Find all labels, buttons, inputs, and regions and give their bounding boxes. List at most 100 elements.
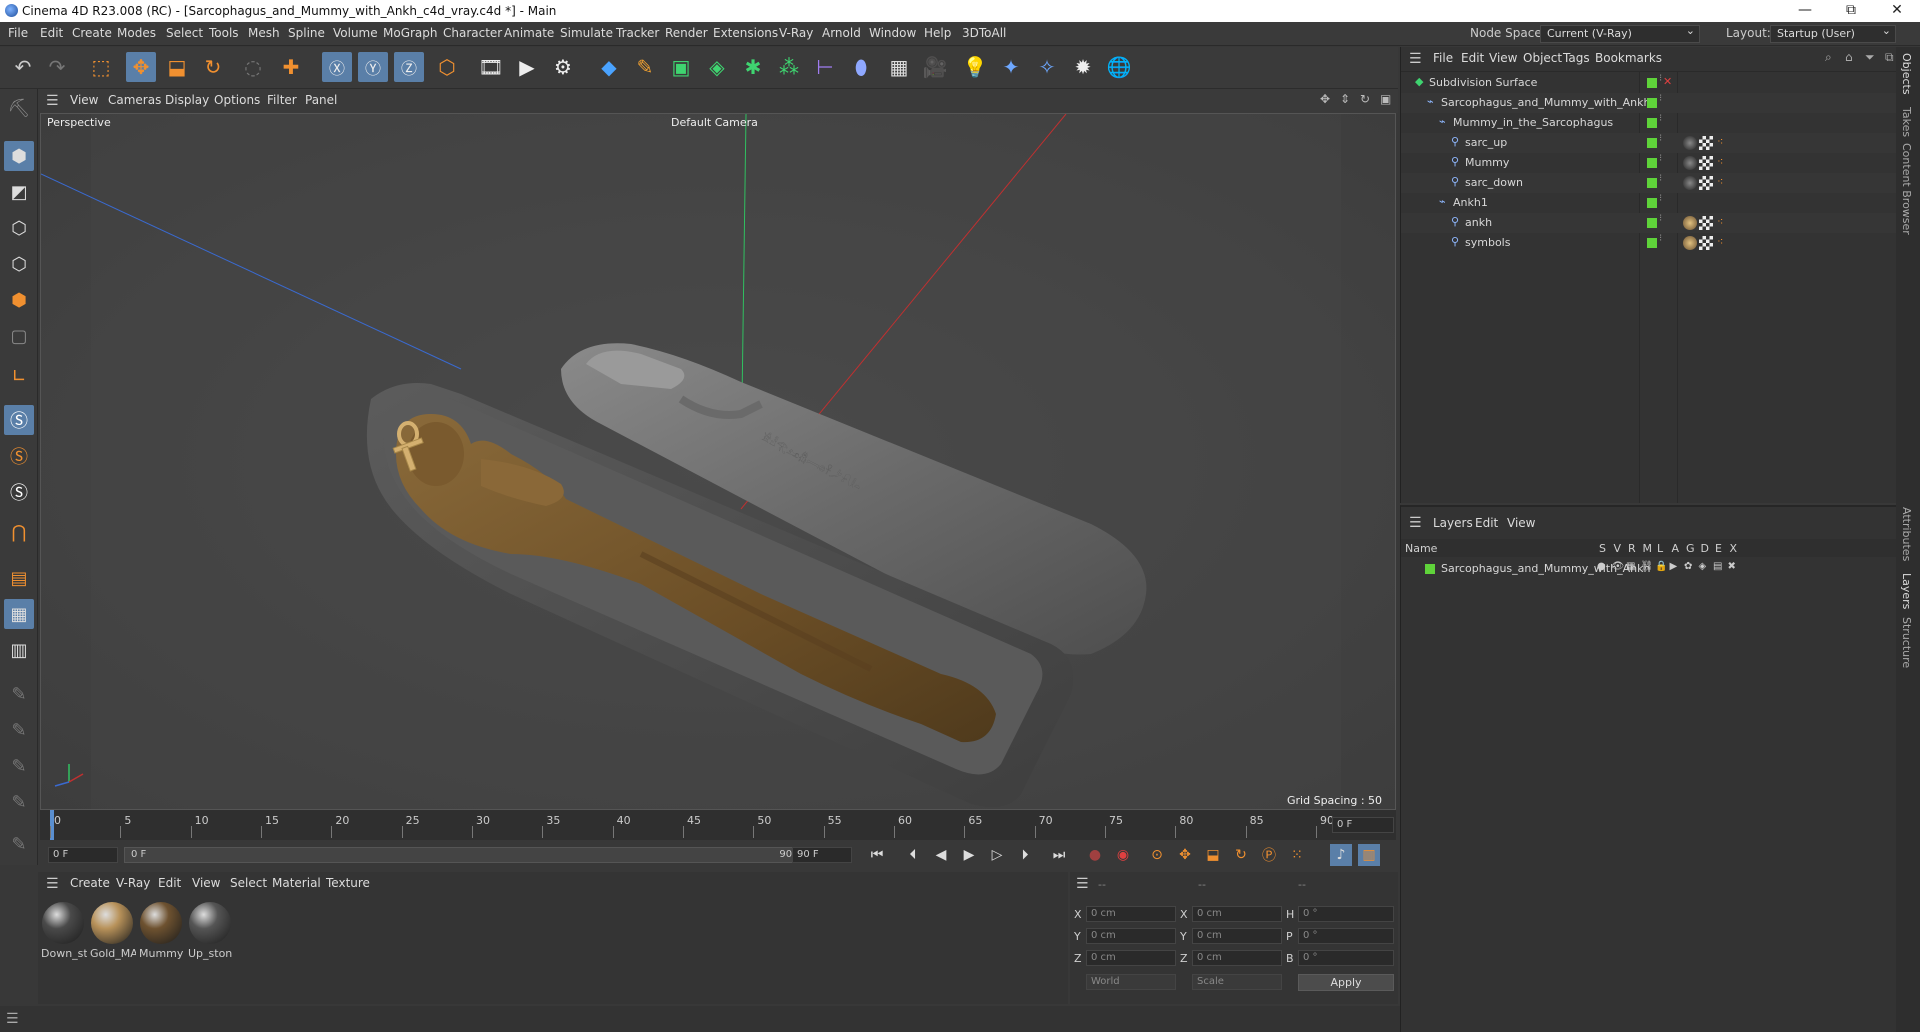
undo-icon[interactable]: ↶ (8, 52, 38, 82)
camera-icon[interactable]: 🎥 (920, 52, 950, 82)
preview-range-slider[interactable]: 0 F 90 F (124, 847, 808, 863)
selection-tag-icon[interactable]: ⁖ (1717, 235, 1723, 248)
material-hamburger-icon[interactable]: ☰ (46, 876, 59, 892)
uvw-tag-icon[interactable] (1699, 156, 1713, 170)
visibility-dots-icon[interactable]: ⁝ (1659, 233, 1662, 244)
viewport-rotate-icon[interactable]: ↻ (1360, 92, 1370, 106)
start-frame-field[interactable]: 0 F (48, 847, 118, 863)
mat-menu-edit[interactable]: Edit (158, 876, 181, 890)
enabled-toggle-icon[interactable]: ✕ (1663, 75, 1672, 88)
grid-icon[interactable]: ▦ (4, 599, 34, 629)
visibility-dots-icon[interactable]: ⁝ (1659, 73, 1662, 84)
object-layer-color[interactable] (1647, 178, 1657, 188)
menu-edit[interactable]: Edit (40, 26, 63, 40)
material-tag-icon[interactable] (1683, 216, 1697, 230)
viewport-maximize-icon[interactable]: ▣ (1380, 92, 1391, 106)
layer-row[interactable]: Sarcophagus_and_Mummy_with_Ankh ● 👁 ▦ ⛓ 🔒 ▶ ✿ ◈ ▤… (1401, 559, 1897, 579)
python-icon[interactable]: ✦ (996, 52, 1026, 82)
subdivision-icon[interactable]: ▣ (666, 52, 696, 82)
scale-select[interactable]: Scale (1192, 974, 1282, 990)
go-to-start-icon[interactable]: ⏮ (866, 844, 888, 866)
obj-new-window-icon[interactable]: ⧉ (1885, 50, 1894, 65)
magnet-icon[interactable]: ⋂ (4, 517, 34, 547)
object-name[interactable]: Subdivision Surface (1429, 76, 1537, 89)
record-keys-icon[interactable]: ● (1084, 844, 1106, 866)
model-mode-icon[interactable]: ⬢ (4, 141, 34, 171)
menu-tools[interactable]: Tools (209, 26, 239, 40)
tab-structure[interactable]: Structure (1900, 617, 1913, 668)
play-icon[interactable]: ▶ (958, 844, 980, 866)
coordinate-system-icon[interactable]: ⬡ (432, 52, 462, 82)
redo-icon[interactable]: ↷ (42, 52, 72, 82)
prev-key-icon[interactable]: ⏴ (902, 844, 924, 866)
menu-extensions[interactable]: Extensions (713, 26, 778, 40)
next-key-icon[interactable]: ⏵ (1014, 844, 1036, 866)
mat-menu-view[interactable]: View (192, 876, 220, 890)
key-scale-icon[interactable]: ⬓ (1202, 844, 1224, 866)
position-y-field[interactable]: 0 cm (1086, 928, 1176, 944)
snap-mode-icon[interactable]: Ⓢ (4, 477, 34, 507)
viewport-zoom-icon[interactable]: ⇕ (1340, 92, 1350, 106)
apply-button[interactable]: Apply (1298, 974, 1394, 991)
material-tag-icon[interactable] (1683, 176, 1697, 190)
locked-workplane-icon[interactable]: ▥ (4, 635, 34, 665)
end-frame-field[interactable]: 90 F (792, 847, 852, 863)
current-frame-field[interactable]: 0 F (1332, 817, 1394, 833)
vp-menu-options[interactable]: Options (214, 93, 260, 107)
visibility-dots-icon[interactable]: ⁝ (1659, 173, 1662, 184)
layers-hamburger-icon[interactable]: ☰ (1409, 515, 1422, 531)
tab-objects[interactable]: Objects (1900, 53, 1913, 95)
z-axis-icon[interactable]: Ⓩ (394, 52, 424, 82)
step-back-icon[interactable]: ◀ (930, 844, 952, 866)
material-tag-icon[interactable] (1683, 156, 1697, 170)
key-position-icon[interactable]: ✥ (1174, 844, 1196, 866)
field-icon[interactable]: ⬮ (846, 52, 876, 82)
add-tool-icon[interactable]: ✚ (276, 52, 306, 82)
render-settings-icon[interactable]: ⚙ (548, 52, 578, 82)
object-name[interactable]: ankh (1465, 216, 1492, 229)
mograph-icon[interactable]: ⁂ (774, 52, 804, 82)
size-z-field[interactable]: 0 cm (1192, 950, 1282, 966)
material-swatch[interactable] (42, 902, 84, 944)
vray-settings-icon[interactable]: ✹ (1068, 52, 1098, 82)
layer-view-icon[interactable]: 👁 (1612, 561, 1625, 572)
menu-arnold[interactable]: Arnold (822, 26, 861, 40)
layer-menu-layers[interactable]: Layers (1433, 516, 1473, 530)
menu-tracker[interactable]: Tracker (616, 26, 659, 40)
object-row[interactable]: ⌁ Ankh1 ⁝ (1401, 193, 1897, 213)
uv-mode-icon[interactable]: ▢ (4, 321, 34, 351)
x-axis-icon[interactable]: Ⓧ (322, 52, 352, 82)
tab-content-browser[interactable]: Content Browser (1900, 143, 1913, 235)
size-y-field[interactable]: 0 cm (1192, 928, 1282, 944)
vp-menu-panel[interactable]: Panel (305, 93, 337, 107)
object-layer-color[interactable] (1647, 78, 1657, 88)
uvw-tag-icon[interactable] (1699, 236, 1713, 250)
cube-icon[interactable]: ◆ (594, 52, 624, 82)
menu-vray[interactable]: V-Ray (779, 26, 813, 40)
obj-home-icon[interactable]: ⌂ (1845, 50, 1853, 64)
position-x-field[interactable]: 0 cm (1086, 906, 1176, 922)
snap-icon[interactable]: Ⓢ (4, 405, 34, 435)
layer-manager-icon[interactable]: ⛓ (1641, 561, 1654, 572)
selection-tag-icon[interactable]: ⁖ (1717, 155, 1723, 168)
selection-tag-icon[interactable]: ⁖ (1717, 215, 1723, 228)
layer-deformers-icon[interactable]: ◈ (1699, 561, 1707, 572)
object-name[interactable]: Sarcophagus_and_Mummy_with_Ankh (1441, 96, 1650, 109)
vp-menu-filter[interactable]: Filter (267, 93, 297, 107)
obj-menu-edit[interactable]: Edit (1461, 51, 1484, 65)
layer-generators-icon[interactable]: ✿ (1684, 561, 1692, 572)
menu-mograph[interactable]: MoGraph (383, 26, 438, 40)
visibility-dots-icon[interactable]: ⁝ (1659, 133, 1662, 144)
visibility-dots-icon[interactable]: ⁝ (1659, 113, 1662, 124)
rotation-p-field[interactable]: 0 ° (1298, 928, 1394, 944)
object-row[interactable]: ⚲ ankh ⁝ ⁖ (1401, 213, 1897, 233)
mat-menu-select[interactable]: Select (230, 876, 267, 890)
layer-menu-edit[interactable]: Edit (1475, 516, 1498, 530)
make-editable-icon[interactable]: ⛏ (4, 93, 34, 123)
material-swatch[interactable] (189, 902, 231, 944)
obj-menu-file[interactable]: File (1433, 51, 1453, 65)
autokey-icon[interactable]: ◉ (1112, 844, 1134, 866)
object-row[interactable]: ⌁ Sarcophagus_and_Mummy_with_Ankh ⁝ (1401, 93, 1897, 113)
polygon-mode-icon[interactable]: ⬢ (4, 285, 34, 315)
layer-animation-icon[interactable]: ▶ (1670, 561, 1678, 572)
